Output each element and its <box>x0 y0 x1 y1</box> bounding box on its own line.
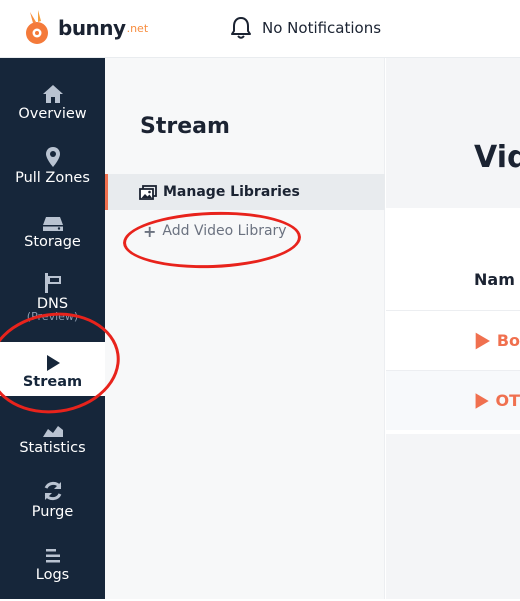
main-content: Vid Nam Bo OT <box>386 58 520 599</box>
sidebar-item-label: Logs <box>35 567 70 583</box>
sidebar-item-logs[interactable]: Logs <box>0 541 105 601</box>
page-title: Vid <box>474 140 520 175</box>
play-icon <box>45 348 61 372</box>
library-name: OT <box>495 391 520 410</box>
library-name: Bo <box>496 331 520 350</box>
stream-subpanel: Stream Manage Libraries + Add Video Libr… <box>105 58 385 599</box>
manage-libraries-link[interactable]: Manage Libraries <box>105 174 385 210</box>
images-icon <box>139 184 157 200</box>
bell-icon <box>231 17 251 39</box>
add-video-library-link[interactable]: + Add Video Library <box>105 213 385 249</box>
subpanel-title: Stream <box>140 114 230 139</box>
play-icon <box>475 392 489 409</box>
main-sidebar: Overview Pull Zones Storage DNS (Preview… <box>0 58 105 599</box>
sidebar-item-label: Overview <box>18 106 87 122</box>
sidebar-item-label: Statistics <box>19 440 86 456</box>
logo-text: bunny <box>58 16 126 40</box>
signpost-icon <box>43 270 63 294</box>
manage-libraries-label: Manage Libraries <box>163 184 300 200</box>
list-icon <box>44 541 62 565</box>
chart-icon <box>42 414 64 438</box>
sidebar-item-pull-zones[interactable]: Pull Zones <box>0 144 105 204</box>
hard-drive-icon <box>42 208 64 232</box>
play-icon <box>475 332 490 349</box>
sidebar-item-storage[interactable]: Storage <box>0 208 105 268</box>
notifications-label: No Notifications <box>262 19 382 37</box>
sidebar-item-label: Stream <box>22 374 83 390</box>
home-icon <box>42 80 64 104</box>
logo-suffix: .net <box>126 21 149 35</box>
bunny-logo-icon <box>26 10 48 44</box>
table-row[interactable]: Bo <box>386 310 520 370</box>
notifications-button[interactable]: No Notifications <box>230 16 381 40</box>
column-header-name: Nam <box>474 270 515 289</box>
libraries-table: Nam Bo OT <box>386 208 520 434</box>
sidebar-item-stream[interactable]: Stream <box>0 342 105 396</box>
bunny-logo[interactable]: bunny .net <box>20 6 148 50</box>
sidebar-item-sublabel: (Preview) <box>26 310 79 323</box>
sidebar-item-dns[interactable]: DNS (Preview) <box>0 270 105 330</box>
refresh-icon <box>42 478 64 502</box>
sidebar-item-purge[interactable]: Purge <box>0 478 105 538</box>
sidebar-item-label: Purge <box>31 504 74 520</box>
sidebar-item-label: Pull Zones <box>15 170 90 186</box>
table-row[interactable]: OT <box>386 370 520 430</box>
sidebar-item-statistics[interactable]: Statistics <box>0 414 105 474</box>
top-header: bunny .net No Notifications <box>0 0 520 58</box>
sidebar-item-overview[interactable]: Overview <box>0 80 105 140</box>
map-pin-icon <box>45 144 61 168</box>
plus-icon: + <box>143 221 157 241</box>
sidebar-item-label: Storage <box>24 234 81 250</box>
add-video-library-label: Add Video Library <box>162 223 287 239</box>
